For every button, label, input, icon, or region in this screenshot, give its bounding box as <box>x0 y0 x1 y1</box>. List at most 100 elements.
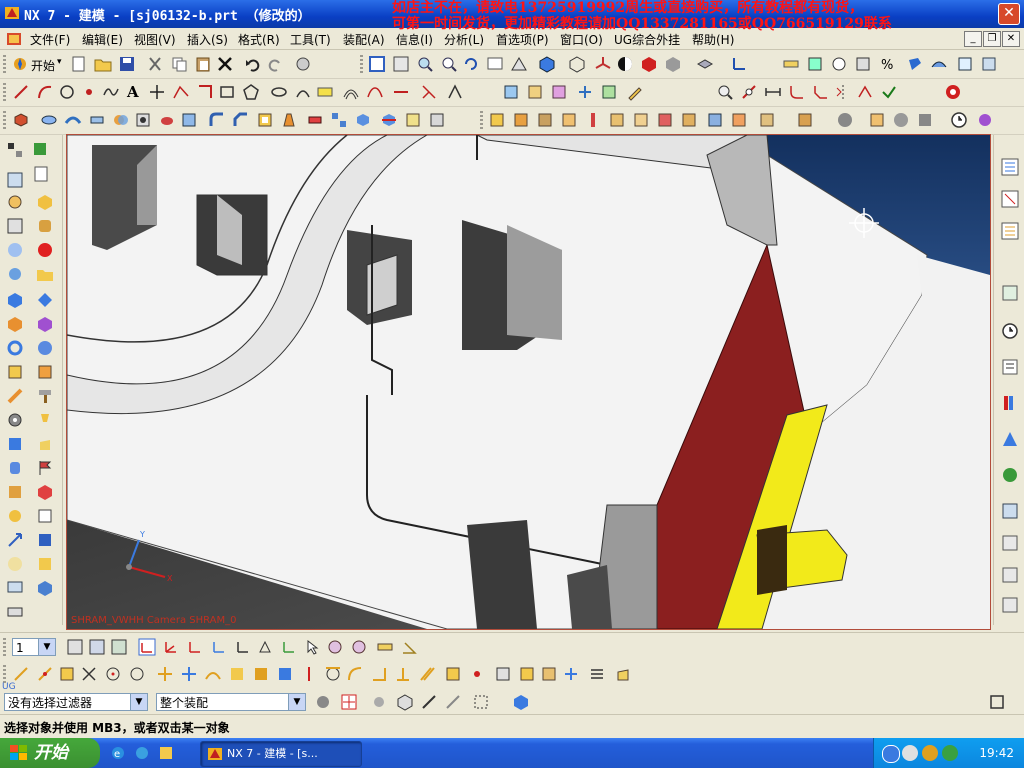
rectangle-icon[interactable] <box>218 83 236 101</box>
snap-midpoint-icon[interactable] <box>36 665 54 683</box>
cut-icon[interactable] <box>146 55 164 73</box>
sphere-blue-icon[interactable] <box>36 339 54 357</box>
save-icon[interactable] <box>118 55 136 73</box>
stacked-sheets-icon[interactable] <box>36 507 54 525</box>
pencil-icon[interactable] <box>626 83 644 101</box>
tray-volume-icon[interactable] <box>922 745 938 761</box>
component-icon[interactable] <box>32 141 50 159</box>
revolve-icon[interactable] <box>40 111 58 129</box>
gray-disk-icon[interactable] <box>892 111 910 129</box>
blue-diamond-icon[interactable] <box>36 291 54 309</box>
sketch-finish-icon[interactable] <box>880 83 898 101</box>
tool-orange-icon[interactable] <box>6 387 24 405</box>
rounded-cube-icon[interactable] <box>36 217 54 235</box>
assembly-nav-icon[interactable] <box>6 141 24 159</box>
measure-icon[interactable] <box>782 55 800 73</box>
shell-icon[interactable] <box>256 111 274 129</box>
chamfer-curve-icon[interactable] <box>812 83 830 101</box>
gate-icon[interactable] <box>656 111 674 129</box>
reuse-library-icon[interactable] <box>6 241 24 259</box>
info-icon[interactable] <box>854 55 872 73</box>
snap-center-icon[interactable] <box>104 665 122 683</box>
colored-cube-icon[interactable] <box>36 483 54 501</box>
yellow-block-icon[interactable] <box>6 363 24 381</box>
menu-file[interactable]: 文件(F) <box>30 31 70 48</box>
snap-list-icon[interactable] <box>588 665 606 683</box>
snap-angle-icon[interactable] <box>370 665 388 683</box>
offset-face-icon[interactable] <box>428 111 446 129</box>
electrode-icon[interactable] <box>730 111 748 129</box>
palette-panel-icon[interactable] <box>1000 533 1020 553</box>
layer-icon[interactable] <box>696 55 714 73</box>
purple-cube-icon[interactable] <box>36 315 54 333</box>
select-face-icon[interactable] <box>370 693 388 711</box>
sheet-icon[interactable] <box>956 55 974 73</box>
fillet-curve-icon[interactable] <box>788 83 806 101</box>
measure-angle-icon[interactable] <box>400 638 418 656</box>
isoparametric-icon[interactable] <box>576 83 594 101</box>
snap-move-icon[interactable] <box>562 665 580 683</box>
polygon-icon[interactable] <box>242 83 260 101</box>
pocket-mold-icon[interactable] <box>796 111 814 129</box>
hd3d-icon[interactable] <box>6 265 24 283</box>
move-to-layer-icon[interactable] <box>110 638 128 656</box>
yellow-box-icon[interactable] <box>36 555 54 573</box>
bridge-curve-icon[interactable] <box>366 83 384 101</box>
zoom-window-icon[interactable] <box>392 55 410 73</box>
snap-tangent-icon[interactable] <box>324 665 342 683</box>
project-curve-icon[interactable] <box>392 83 410 101</box>
reuse-library-panel-icon[interactable] <box>1000 283 1020 303</box>
select-region-icon[interactable] <box>350 638 368 656</box>
mesh-icon[interactable] <box>980 55 998 73</box>
snap-arc-icon[interactable] <box>346 665 364 683</box>
pan-icon[interactable] <box>486 55 504 73</box>
sub-insert-icon[interactable] <box>632 111 650 129</box>
part-nav-icon[interactable] <box>6 217 24 235</box>
redo-icon[interactable] <box>266 55 284 73</box>
surface-icon[interactable] <box>930 55 948 73</box>
clock-icon[interactable] <box>950 111 968 129</box>
bom-icon[interactable] <box>868 111 886 129</box>
part-navigator-icon[interactable] <box>1000 221 1020 241</box>
magnify-icon[interactable] <box>440 55 458 73</box>
system-materials-icon[interactable] <box>1000 357 1020 377</box>
minimize-icon[interactable]: _ <box>964 31 982 47</box>
snap-face-icon[interactable] <box>276 665 294 683</box>
shaded-cube-icon[interactable] <box>538 55 556 73</box>
tray-shield-icon[interactable] <box>942 745 958 761</box>
process-studio-icon[interactable] <box>1000 429 1020 449</box>
tube-icon[interactable] <box>88 111 106 129</box>
select-filter-icon[interactable] <box>294 55 312 73</box>
layer-dropdown-icon[interactable]: ▼ <box>38 639 55 655</box>
undo-icon[interactable] <box>244 55 262 73</box>
text-tool-icon[interactable]: A <box>127 83 139 101</box>
perspective-icon[interactable] <box>510 55 528 73</box>
thicken-icon[interactable] <box>306 111 324 129</box>
quick-launch-icon[interactable] <box>158 745 174 761</box>
snap-bounded-icon[interactable] <box>252 665 270 683</box>
draft-icon[interactable] <box>280 111 298 129</box>
start-button[interactable]: 开始 <box>0 738 100 768</box>
arrow-tool-icon[interactable] <box>6 531 24 549</box>
wcs-rotate-icon[interactable] <box>186 638 204 656</box>
mold-wizard-icon[interactable] <box>488 111 506 129</box>
select-3d-icon[interactable] <box>512 693 530 711</box>
runner-icon[interactable] <box>680 111 698 129</box>
plus-point-icon[interactable] <box>148 83 166 101</box>
snap-parallel-icon[interactable] <box>418 665 436 683</box>
web-browser-icon[interactable] <box>1000 501 1020 521</box>
edit-curve-icon[interactable] <box>856 83 874 101</box>
mixed-block-icon[interactable] <box>6 483 24 501</box>
more-panels-icon[interactable] <box>1000 595 1020 615</box>
emboss-icon[interactable] <box>404 111 422 129</box>
line-icon[interactable] <box>12 83 30 101</box>
wcs-to-absolute-icon[interactable] <box>234 638 252 656</box>
help-panel-icon[interactable] <box>1000 565 1020 585</box>
sheet-blank-icon[interactable] <box>32 165 50 183</box>
assembly-navigator-icon[interactable] <box>1000 157 1020 177</box>
grid-icon[interactable] <box>6 171 24 189</box>
slider-lifter-icon[interactable] <box>608 111 626 129</box>
hand-icon[interactable] <box>36 435 54 453</box>
menu-assembly[interactable]: 装配(A) <box>343 31 385 48</box>
orange-cube-icon[interactable] <box>6 315 24 333</box>
